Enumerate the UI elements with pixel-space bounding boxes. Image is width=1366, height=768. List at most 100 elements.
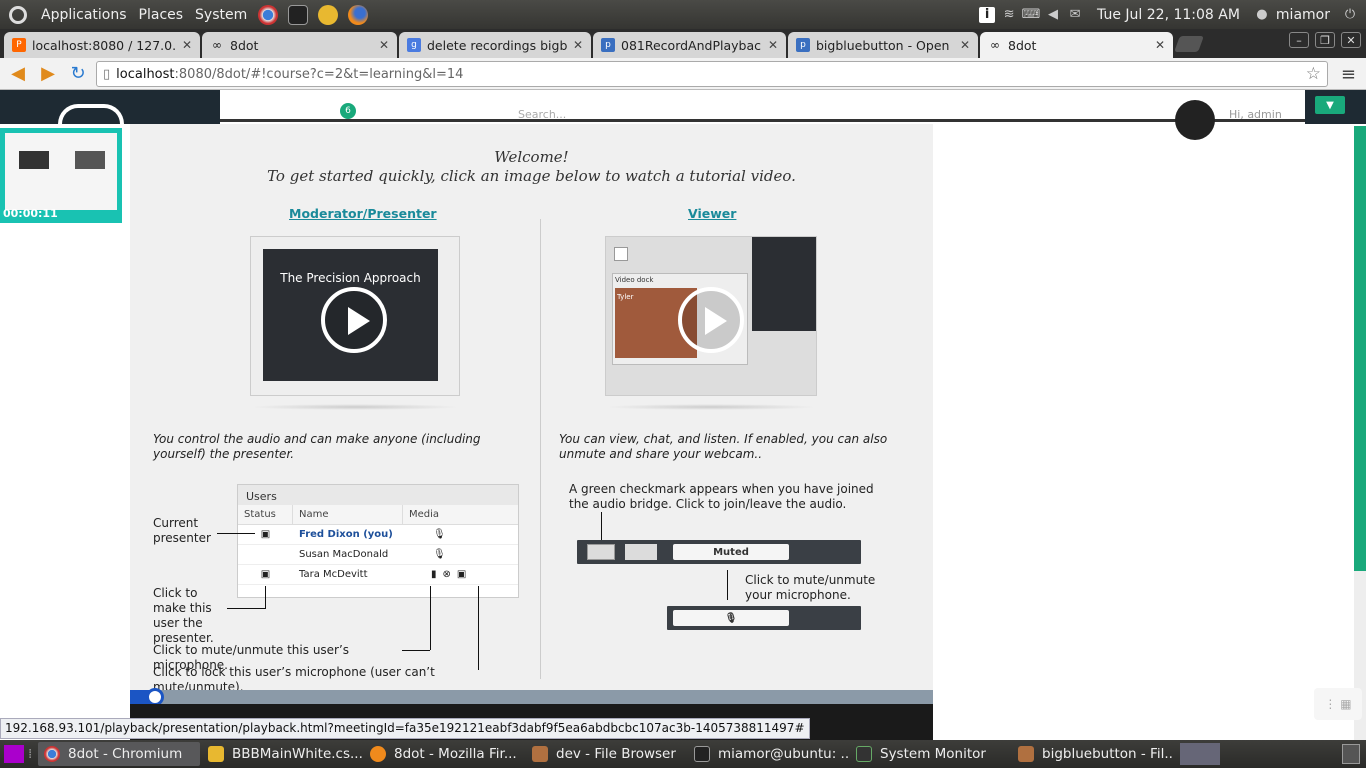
task-gimp[interactable]: BBBMainWhite.cs...: [202, 742, 362, 766]
gimp-launcher-icon[interactable]: [318, 4, 339, 25]
user-row: ▣ Tara McDevitt ▮⊗▣: [238, 565, 518, 585]
pma-icon: P: [12, 38, 26, 52]
chromium-launcher-icon[interactable]: [258, 4, 279, 25]
close-icon[interactable]: ✕: [379, 38, 389, 52]
wifi-icon[interactable]: ≋: [1001, 7, 1017, 23]
maximize-button[interactable]: ❐: [1315, 32, 1335, 48]
info-icon[interactable]: i: [979, 6, 996, 23]
reload-icon[interactable]: ↻: [66, 62, 90, 86]
task-system-monitor[interactable]: System Monitor: [850, 742, 1010, 766]
video-dock-label: Video dock: [615, 276, 654, 284]
power-icon[interactable]: ⏻: [1342, 7, 1358, 23]
users-panel: Users Status Name Media ▣ Fred Dixon (yo…: [237, 484, 519, 598]
keyboard-icon[interactable]: ⌨: [1022, 7, 1041, 23]
moderator-heading-link[interactable]: Moderator/Presenter: [289, 206, 437, 221]
make-presenter-icon: ▣: [260, 569, 271, 580]
user-name: Susan MacDonald: [299, 549, 389, 560]
dropdown-chevron-icon[interactable]: ▼: [1315, 96, 1345, 114]
tab-bigbluebutton[interactable]: p bigbluebutton - Open Sc ✕: [788, 32, 978, 58]
task-label: 8dot - Mozilla Fir...: [394, 746, 517, 762]
browser-toolbar: ◀ ▶ ↻ ▯ localhost :8080/8dot/#!course?c=…: [0, 58, 1366, 90]
user-name[interactable]: miamor: [1276, 7, 1330, 23]
bookmark-star-icon[interactable]: ☆: [1306, 64, 1321, 84]
webcam-icon: [625, 544, 657, 560]
annot-current-presenter: Current presenter: [153, 516, 211, 545]
task-firefox[interactable]: 8dot - Mozilla Fir...: [364, 742, 524, 766]
address-bar[interactable]: ▯ localhost :8080/8dot/#!course?c=2&t=le…: [96, 61, 1328, 87]
thumbnail-preview: [5, 133, 117, 210]
minimize-button[interactable]: –: [1289, 32, 1309, 48]
mic-icon: 🎙: [433, 529, 446, 540]
more-options-icon[interactable]: ⋮ ▦: [1314, 688, 1362, 720]
tab-8dot-active[interactable]: ∞ 8dot ✕: [980, 32, 1173, 58]
task-chromium[interactable]: 8dot - Chromium: [38, 742, 200, 766]
viewer-video-thumbnail[interactable]: Video dock Tyler: [605, 236, 817, 396]
trash-icon[interactable]: [1342, 744, 1360, 764]
status-column: Status: [238, 505, 293, 524]
moderator-video-thumbnail[interactable]: The Precision Approach: [250, 236, 460, 396]
task-label: 8dot - Chromium: [68, 746, 183, 762]
mail-icon[interactable]: ✉: [1067, 7, 1083, 23]
viewer-description: You can view, chat, and listen. If enabl…: [559, 432, 888, 461]
headset-icon: [587, 544, 615, 560]
firefox-launcher-icon[interactable]: [348, 4, 369, 25]
system-menu[interactable]: System: [189, 7, 253, 23]
show-desktop-icon[interactable]: [4, 745, 24, 763]
tab-record-playback[interactable]: p 081RecordAndPlayback ✕: [593, 32, 786, 58]
play-icon[interactable]: [321, 287, 387, 353]
tab-8dot-1[interactable]: ∞ 8dot ✕: [202, 32, 397, 58]
video-title: The Precision Approach: [280, 271, 421, 285]
tab-strip: P localhost:8080 / 127.0.0 ✕ ∞ 8dot ✕ g …: [0, 29, 1366, 58]
close-icon[interactable]: ✕: [573, 38, 583, 52]
task-label: dev - File Browser: [556, 746, 676, 762]
task-label: miamor@ubuntu: ...: [718, 746, 848, 762]
site-logo-area: [0, 90, 220, 124]
close-icon[interactable]: ✕: [768, 38, 778, 52]
playback-progress-bar[interactable]: [130, 688, 933, 706]
greeting-text: Hi, admin: [1229, 108, 1282, 121]
clock[interactable]: Tue Jul 22, 11:08 AM: [1097, 7, 1240, 23]
terminal-launcher-icon[interactable]: [288, 4, 309, 25]
user-name: Fred Dixon (you): [299, 529, 393, 540]
viewer-heading-link[interactable]: Viewer: [688, 206, 736, 221]
scrollbar-thumb[interactable]: [1354, 126, 1366, 571]
user-name: Tara McDevitt: [299, 569, 368, 580]
infinity-icon: ∞: [990, 38, 1000, 52]
mic-icon: 🎙: [433, 549, 446, 560]
slide-thumbnail[interactable]: 00:00:11: [0, 128, 122, 223]
play-icon[interactable]: [678, 287, 744, 353]
mic-icon: 🎙: [673, 610, 789, 626]
gimp-icon: [208, 746, 224, 762]
workspace-switcher[interactable]: [1180, 743, 1220, 765]
task-file-browser[interactable]: dev - File Browser: [526, 742, 686, 766]
arrow-line: [601, 512, 602, 540]
task-label: BBBMainWhite.cs...: [232, 746, 362, 762]
status-url: 192.168.93.101/playback/presentation/pla…: [0, 718, 810, 739]
tab-google-search[interactable]: g delete recordings bigblue ✕: [399, 32, 591, 58]
avatar[interactable]: [1175, 100, 1215, 140]
search-input[interactable]: Search...: [518, 108, 566, 121]
annot-make-presenter: Click to make this user the presenter.: [153, 586, 214, 645]
user-row: Susan MacDonald 🎙: [238, 545, 518, 565]
video-shadow: [250, 404, 460, 410]
chat-status-icon[interactable]: ●: [1254, 7, 1270, 23]
close-icon[interactable]: ✕: [182, 38, 192, 52]
back-icon[interactable]: ◀: [6, 62, 30, 86]
places-menu[interactable]: Places: [133, 7, 190, 23]
hamburger-menu-icon[interactable]: ≡: [1341, 64, 1356, 85]
welcome-text: Welcome! To get started quickly, click a…: [130, 148, 933, 186]
close-icon[interactable]: ✕: [1155, 38, 1165, 52]
task-bigbluebutton-files[interactable]: bigbluebutton - Fil...: [1012, 742, 1172, 766]
tab-phpmyadmin[interactable]: P localhost:8080 / 127.0.0 ✕: [4, 32, 200, 58]
monitor-icon: [856, 746, 872, 762]
close-icon[interactable]: ✕: [960, 38, 970, 52]
notification-badge: 6: [340, 103, 356, 119]
ubuntu-logo-icon[interactable]: [9, 5, 27, 24]
close-window-button[interactable]: ✕: [1341, 32, 1361, 48]
firefox-icon: [370, 746, 386, 762]
site-logo-icon[interactable]: [58, 104, 124, 124]
forward-icon[interactable]: ▶: [36, 62, 60, 86]
volume-icon[interactable]: ◀: [1045, 7, 1061, 23]
task-terminal[interactable]: miamor@ubuntu: ...: [688, 742, 848, 766]
applications-menu[interactable]: Applications: [35, 7, 133, 23]
